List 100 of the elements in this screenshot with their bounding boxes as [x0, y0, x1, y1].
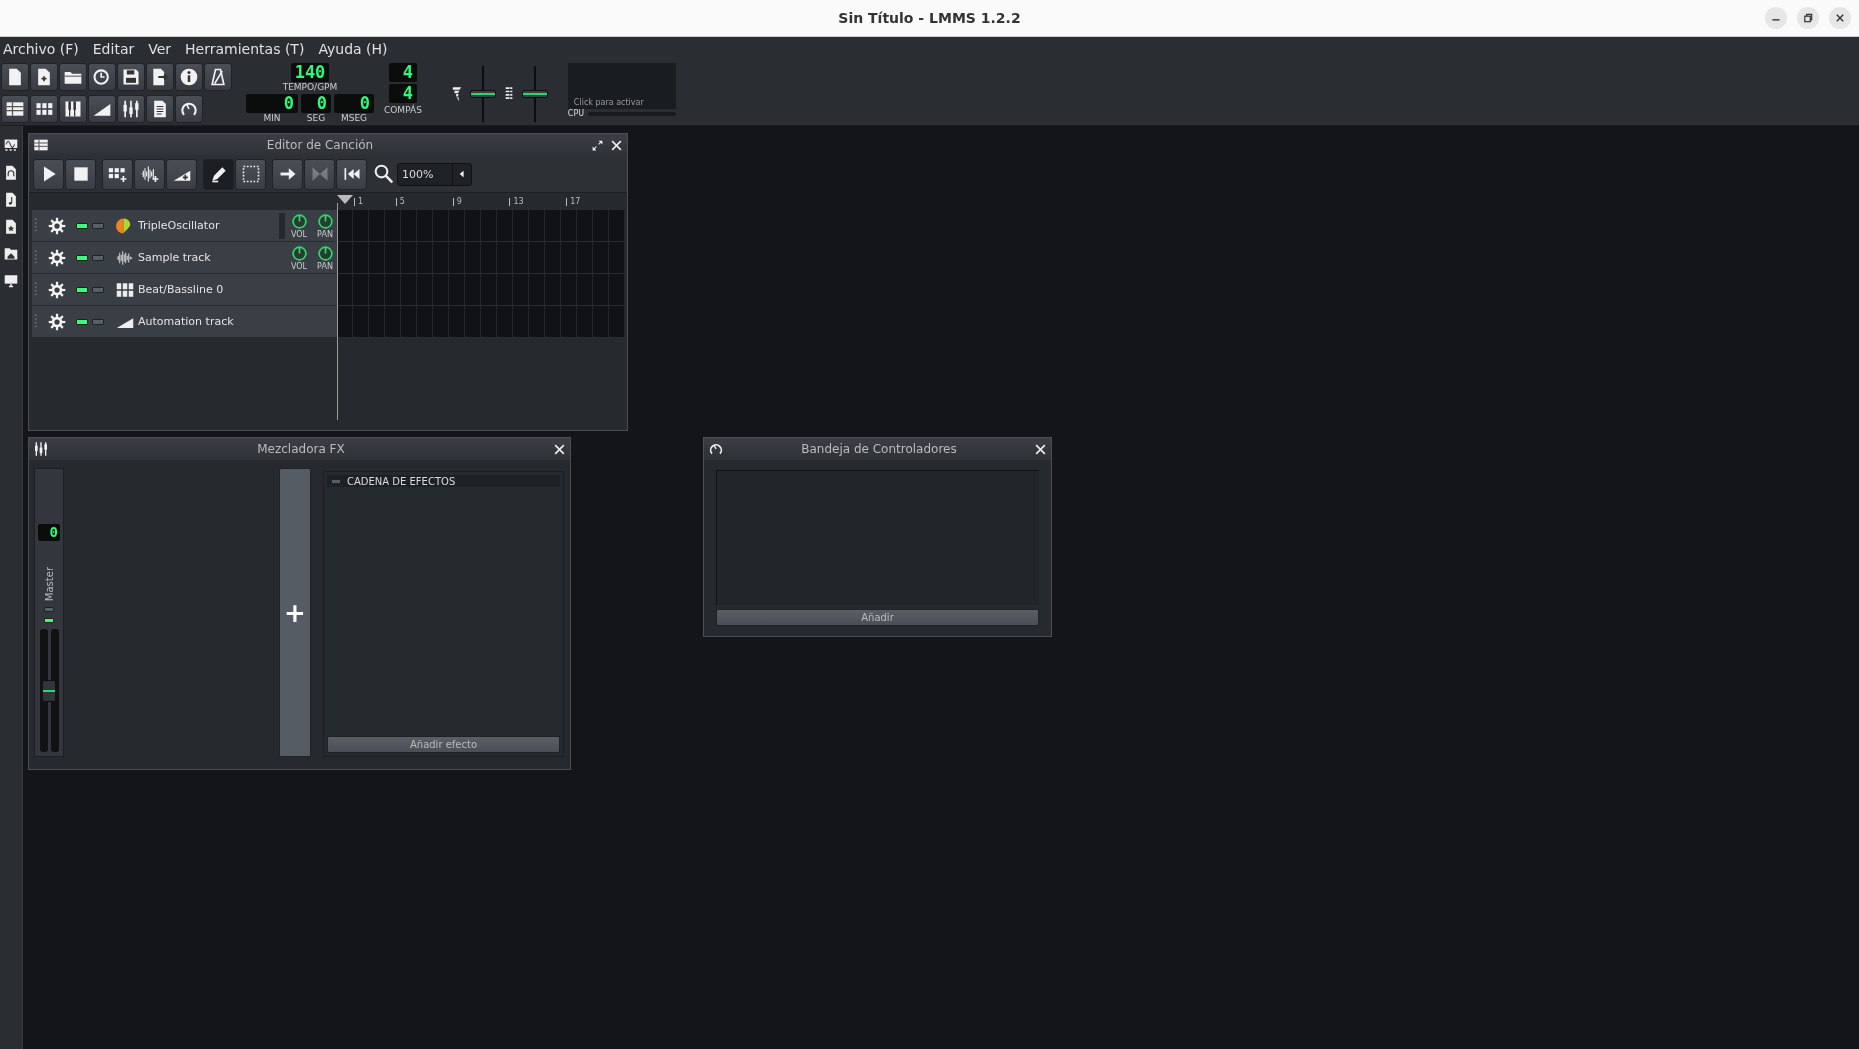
toolbar-button[interactable] — [59, 95, 87, 123]
knob[interactable] — [316, 244, 334, 262]
pattern-cell[interactable] — [497, 210, 513, 241]
pattern-cell[interactable] — [561, 210, 577, 241]
pattern-cell[interactable] — [577, 274, 593, 305]
mute-toggle[interactable] — [44, 618, 54, 624]
pattern-cell[interactable] — [433, 306, 449, 337]
pattern-cell[interactable] — [417, 274, 433, 305]
pattern-cell[interactable] — [369, 274, 385, 305]
cpu-graph[interactable]: Click para activar — [567, 63, 676, 109]
settings-icon[interactable] — [48, 280, 66, 299]
toolbar-button[interactable] — [117, 63, 145, 91]
menu-item[interactable]: Herramientas (T) — [185, 41, 305, 57]
pattern-cell[interactable] — [401, 242, 417, 273]
file-headphones-icon[interactable] — [4, 165, 18, 180]
restore-icon[interactable] — [1797, 7, 1819, 29]
pattern-cell[interactable] — [353, 242, 369, 273]
add-effect-button[interactable]: Añadir efecto — [327, 736, 560, 753]
tool-button[interactable] — [272, 158, 303, 190]
pattern-cell[interactable] — [497, 306, 513, 337]
knob[interactable] — [290, 244, 308, 262]
pattern-cell[interactable] — [481, 274, 497, 305]
track-name[interactable]: Sample track — [138, 251, 285, 264]
pattern-cell[interactable] — [481, 306, 497, 337]
tool-button[interactable] — [65, 158, 96, 190]
tool-button[interactable] — [235, 158, 266, 190]
settings-icon[interactable] — [48, 216, 66, 235]
toolbar-button[interactable] — [88, 95, 116, 123]
close-icon[interactable] — [1034, 442, 1047, 456]
pattern-cell[interactable] — [577, 210, 593, 241]
zoom-dropdown[interactable]: 100% — [397, 162, 472, 186]
solo-toggle[interactable] — [92, 222, 104, 229]
mute-toggle[interactable] — [76, 254, 88, 261]
tempo-display[interactable]: 140 — [290, 63, 330, 82]
pattern-cell[interactable] — [545, 242, 561, 273]
toolbar-button[interactable] — [30, 95, 58, 123]
toolbar-button[interactable] — [175, 63, 203, 91]
pattern-cell[interactable] — [449, 306, 465, 337]
solo-toggle[interactable] — [92, 286, 104, 293]
settings-icon[interactable] — [48, 248, 66, 267]
pattern-cell[interactable] — [609, 242, 625, 273]
time-signature-display[interactable]: 4 — [388, 63, 417, 82]
solo-toggle[interactable] — [92, 318, 104, 325]
mute-toggle[interactable] — [76, 318, 88, 325]
pattern-cell[interactable] — [401, 306, 417, 337]
pattern-cell[interactable] — [369, 306, 385, 337]
toolbar-button[interactable] — [204, 63, 232, 91]
maximize-icon[interactable] — [591, 138, 604, 152]
master-pitch-slider[interactable] — [521, 90, 548, 98]
pattern-cell[interactable] — [385, 210, 401, 241]
pattern-cell[interactable] — [433, 210, 449, 241]
pattern-cell[interactable] — [433, 274, 449, 305]
solo-toggle[interactable] — [92, 254, 104, 261]
toolbar-button[interactable] — [146, 63, 174, 91]
pattern-cell[interactable] — [465, 242, 481, 273]
pattern-cell[interactable] — [561, 274, 577, 305]
pattern-cell[interactable] — [417, 242, 433, 273]
mixer-channel[interactable]: 0 Master — [34, 468, 64, 757]
tool-button[interactable] — [102, 158, 133, 190]
pattern-cell[interactable] — [465, 274, 481, 305]
toolbar-button[interactable] — [59, 63, 87, 91]
folder-home-icon[interactable] — [4, 246, 18, 261]
toolbar-button[interactable] — [1, 95, 29, 123]
close-icon[interactable] — [1829, 7, 1851, 29]
pattern-cell[interactable] — [545, 210, 561, 241]
pattern-cell[interactable] — [545, 306, 561, 337]
pattern-cell[interactable] — [593, 306, 609, 337]
toolbar-button[interactable] — [30, 63, 58, 91]
settings-icon[interactable] — [48, 312, 66, 331]
solo-toggle[interactable] — [44, 607, 54, 613]
pattern-cell[interactable] — [465, 306, 481, 337]
toolbar-button[interactable] — [1, 63, 29, 91]
tool-button[interactable] — [33, 158, 64, 190]
pattern-cell[interactable] — [481, 242, 497, 273]
tool-button[interactable] — [166, 158, 197, 190]
pattern-cell[interactable] — [385, 274, 401, 305]
pattern-cell[interactable] — [449, 210, 465, 241]
fader-handle[interactable] — [42, 679, 56, 702]
close-icon[interactable] — [610, 138, 623, 152]
toolbar-button[interactable] — [88, 63, 116, 91]
pattern-cell[interactable] — [401, 274, 417, 305]
pattern-cell[interactable] — [609, 306, 625, 337]
toolbar-button[interactable] — [146, 95, 174, 123]
pattern-cell[interactable] — [497, 274, 513, 305]
file-note-icon[interactable] — [4, 192, 18, 207]
add-channel-button[interactable]: + — [279, 468, 311, 757]
knob[interactable] — [290, 212, 308, 230]
pattern-cell[interactable] — [465, 210, 481, 241]
pattern-cell[interactable] — [433, 242, 449, 273]
menu-item[interactable]: Archivo (F) — [3, 41, 79, 57]
pattern-cell[interactable] — [353, 306, 369, 337]
track-name[interactable]: Beat/Bassline 0 — [138, 283, 337, 296]
pattern-cell[interactable] — [481, 210, 497, 241]
tool-button[interactable] — [203, 158, 234, 190]
pattern-cell[interactable] — [385, 242, 401, 273]
add-controller-button[interactable]: Añadir — [716, 609, 1039, 626]
pattern-cell[interactable] — [561, 242, 577, 273]
pattern-cell[interactable] — [353, 274, 369, 305]
track-name[interactable]: Automation track — [138, 315, 337, 328]
playhead-icon[interactable] — [337, 195, 353, 205]
